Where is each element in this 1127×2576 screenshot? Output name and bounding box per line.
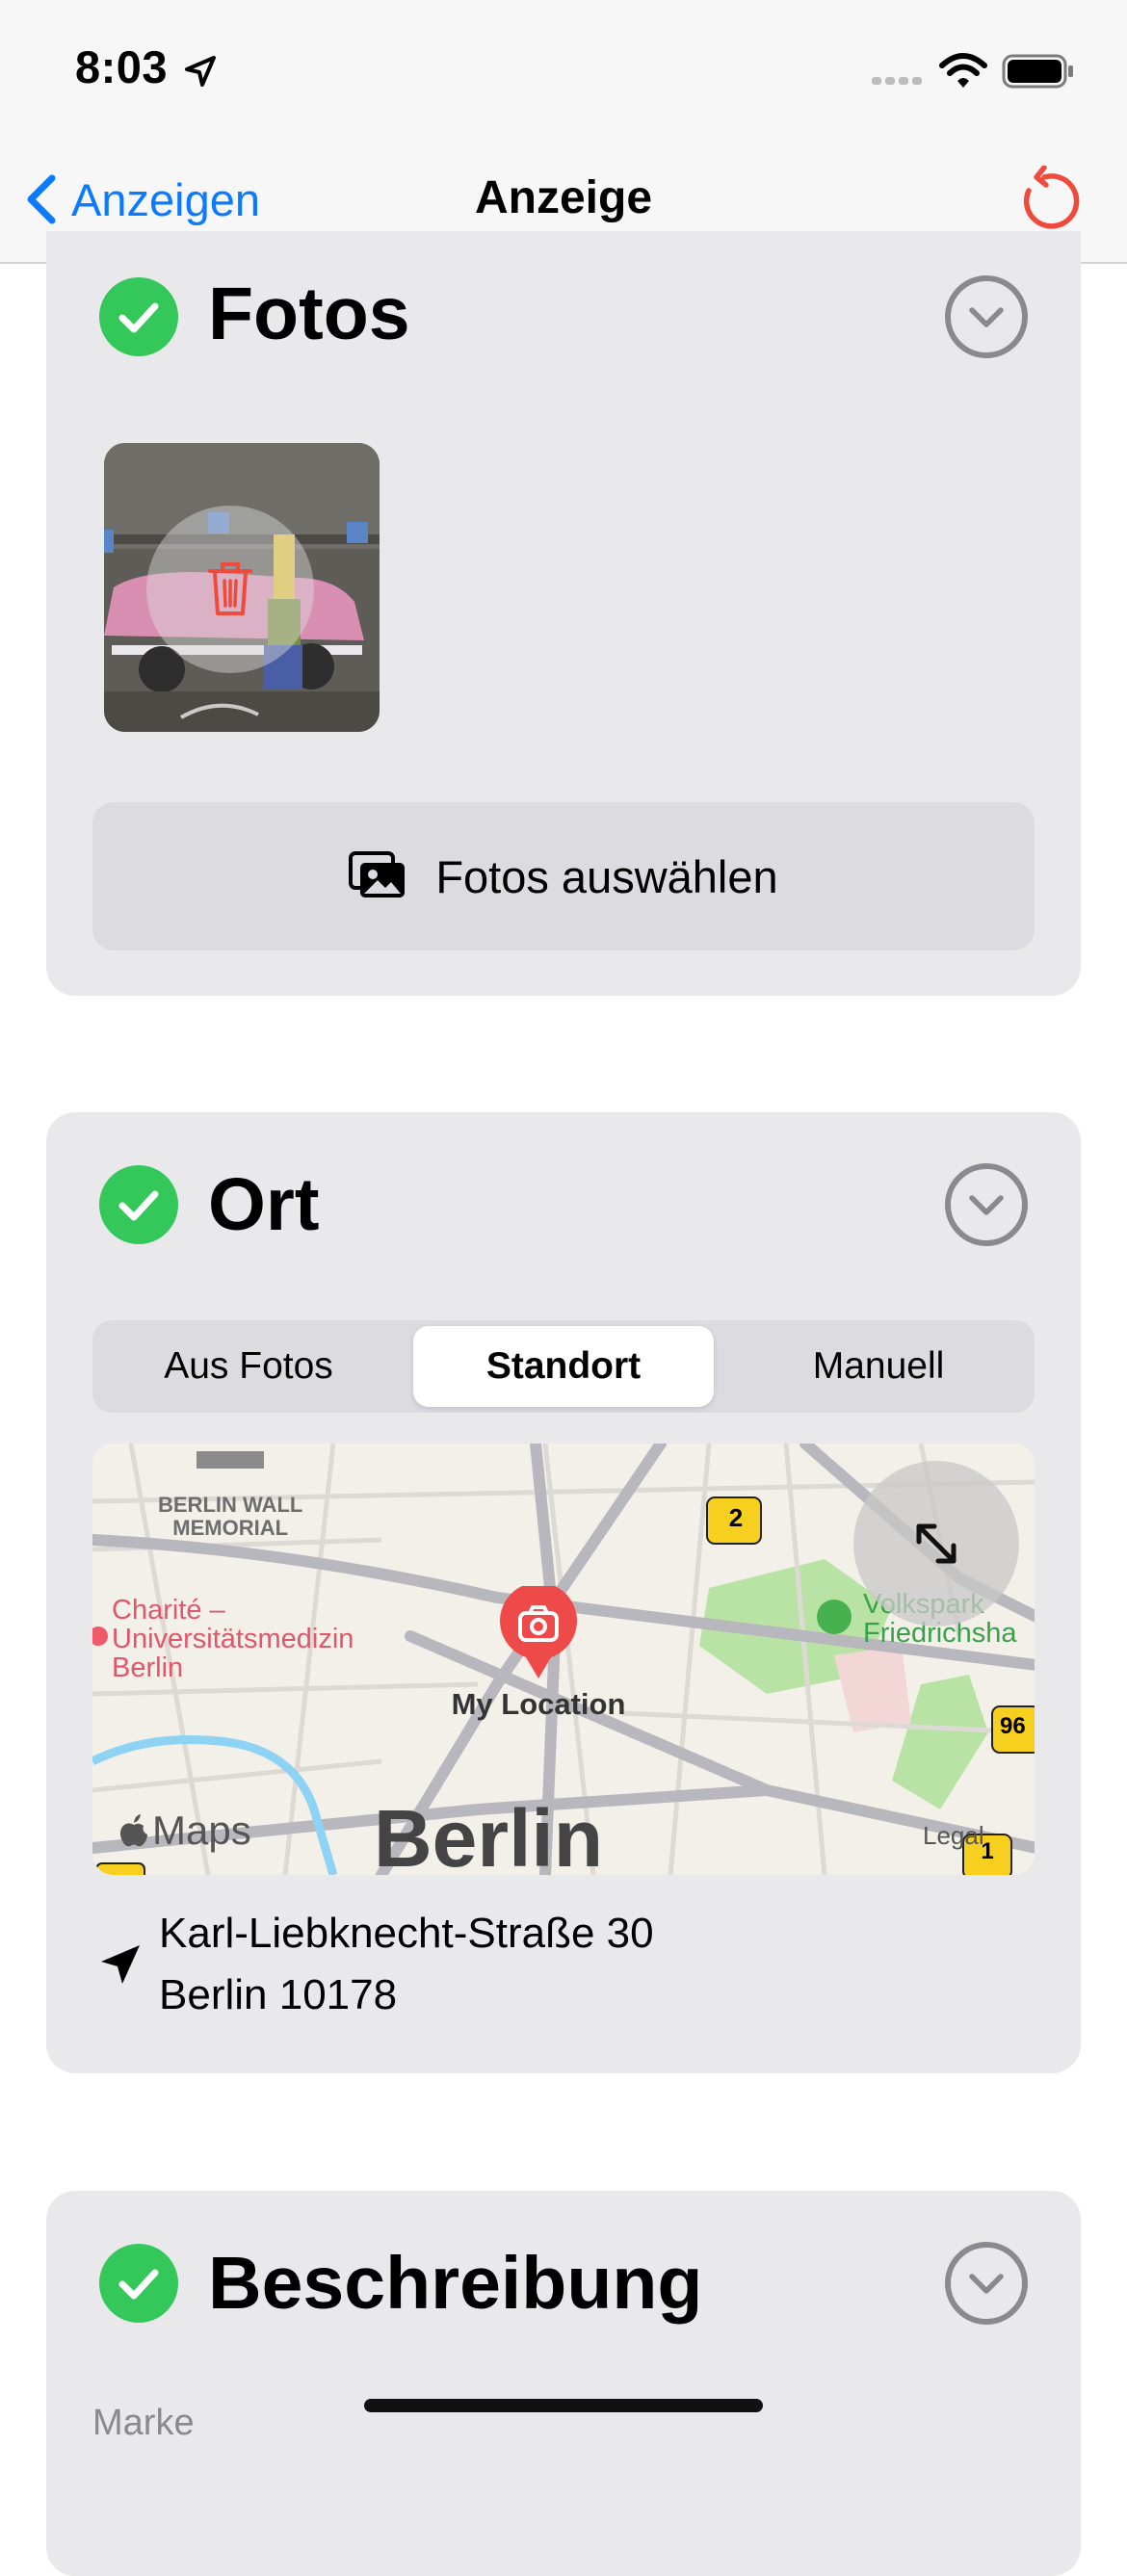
back-button[interactable]: Anzeigen — [23, 166, 260, 233]
chevron-down-icon — [969, 2274, 1004, 2294]
segment-standort[interactable]: Standort — [413, 1326, 714, 1407]
map-legal-link[interactable]: Legal — [923, 1821, 984, 1851]
checkmark-icon — [118, 302, 159, 333]
chevron-down-icon — [969, 1195, 1004, 1215]
beschreibung-section: Beschreibung Marke — [46, 2191, 1081, 2576]
fotos-title: Fotos — [208, 273, 410, 355]
select-photos-label: Fotos auswählen — [435, 850, 778, 902]
home-indicator — [364, 2399, 763, 2412]
wifi-icon — [939, 53, 987, 88]
expand-map-button[interactable] — [853, 1461, 1019, 1626]
address-street: Karl-Liebknecht-Straße 30 — [159, 1910, 654, 1957]
status-bar: 8:03 — [0, 0, 1127, 144]
maps-logo-text: Maps — [152, 1808, 251, 1853]
road-badge-2: 2 — [728, 1503, 744, 1532]
ort-complete-check — [99, 1165, 178, 1244]
beschreibung-title: Beschreibung — [208, 2242, 703, 2325]
map-label-hospital: Charité – Universitätsmedizin Berlin — [112, 1596, 354, 1682]
battery-icon — [1002, 54, 1073, 89]
ort-collapse-button[interactable] — [945, 1163, 1028, 1246]
expand-arrows-icon — [916, 1523, 957, 1564]
photo-stack-icon — [349, 851, 406, 898]
select-photos-button[interactable]: Fotos auswählen — [92, 802, 1035, 950]
fotos-complete-check — [99, 277, 178, 356]
map-city-label: Berlin — [374, 1793, 604, 1875]
refresh-button[interactable] — [1015, 166, 1081, 231]
segment-aus-fotos[interactable]: Aus Fotos — [98, 1326, 399, 1407]
chevron-down-icon — [969, 307, 1004, 327]
beschreibung-collapse-button[interactable] — [945, 2242, 1028, 2325]
map-label-hospital-line-3: Berlin — [112, 1652, 184, 1683]
map-label-memorial: BERLIN WALL MEMORIAL — [158, 1494, 302, 1540]
checkmark-icon — [118, 1190, 159, 1221]
map-label-hospital-line-2: Universitätsmedizin — [112, 1624, 354, 1654]
map-pin-label: My Location — [451, 1687, 626, 1721]
location-map[interactable]: BERLIN WALL MEMORIAL Charité – Universit… — [92, 1444, 1035, 1875]
ort-title: Ort — [208, 1163, 320, 1246]
location-arrow-icon — [101, 1945, 140, 1984]
back-button-label: Anzeigen — [71, 173, 260, 225]
checkmark-icon — [118, 2269, 159, 2300]
delete-photo-button[interactable] — [146, 506, 314, 673]
trash-icon — [208, 562, 252, 615]
location-source-segmented-control: Aus Fotos Standort Manuell — [92, 1320, 1035, 1413]
segment-manuell[interactable]: Manuell — [728, 1326, 1029, 1407]
map-label-hospital-line-1: Charité – — [112, 1595, 225, 1626]
map-label-memorial-line-2: MEMORIAL — [172, 1516, 289, 1540]
apple-logo-icon — [119, 1814, 147, 1847]
road-badge-96: 96 — [1000, 1713, 1026, 1739]
map-pin-icon — [500, 1586, 577, 1678]
address-city: Berlin 10178 — [159, 1971, 398, 2018]
apple-maps-logo: Maps — [119, 1808, 251, 1854]
map-label-memorial-line-1: BERLIN WALL — [158, 1493, 303, 1517]
beschreibung-complete-check — [99, 2244, 178, 2323]
location-arrow-icon — [185, 56, 216, 87]
chevron-left-icon — [27, 174, 56, 224]
fotos-section: Fotos Fotos auswählen — [46, 231, 1081, 996]
cellular-signal-icon — [872, 77, 922, 85]
ort-section: Ort Aus Fotos Standort Manuell BERLIN WA… — [46, 1112, 1081, 2073]
status-time: 8:03 — [75, 41, 169, 92]
fotos-collapse-button[interactable] — [945, 275, 1028, 358]
